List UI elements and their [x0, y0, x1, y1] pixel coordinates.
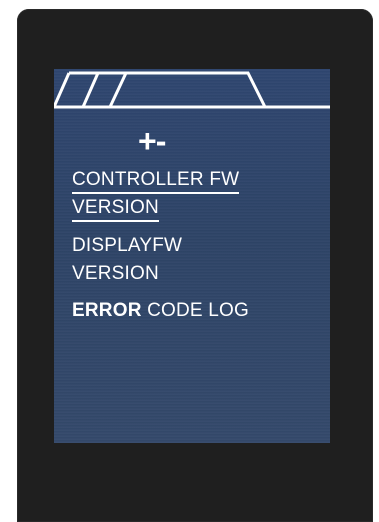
- plus-icon[interactable]: +: [138, 123, 157, 159]
- menu-item-label-bold: ERROR: [72, 300, 142, 321]
- adjust-icons: +-: [138, 121, 167, 161]
- menu-item-label-line2: VERSION: [72, 196, 159, 222]
- menu-item-error-code-log[interactable]: ERROR CODE LOG: [72, 297, 249, 325]
- menu-item-controller-fw-version[interactable]: CONTROLLER FW VERSION: [72, 166, 240, 222]
- minus-icon[interactable]: -: [156, 123, 167, 159]
- menu-item-label-line1: CONTROLLER FW: [72, 168, 240, 194]
- menu-item-label-line1: DISPLAYFW: [72, 235, 183, 256]
- header-slant-1: [54, 72, 71, 108]
- display-screen: +- CONTROLLER FW VERSION DISPLAYFW VERSI…: [54, 69, 330, 443]
- header-slant-2: [81, 72, 100, 108]
- menu-item-label-line2: VERSION: [72, 263, 159, 284]
- header-tab-outline: [108, 71, 267, 108]
- header-tab-graphic: [54, 71, 330, 109]
- menu-item-label-rest: CODE LOG: [141, 300, 250, 321]
- menu-item-display-fw-version[interactable]: DISPLAYFW VERSION: [72, 232, 182, 288]
